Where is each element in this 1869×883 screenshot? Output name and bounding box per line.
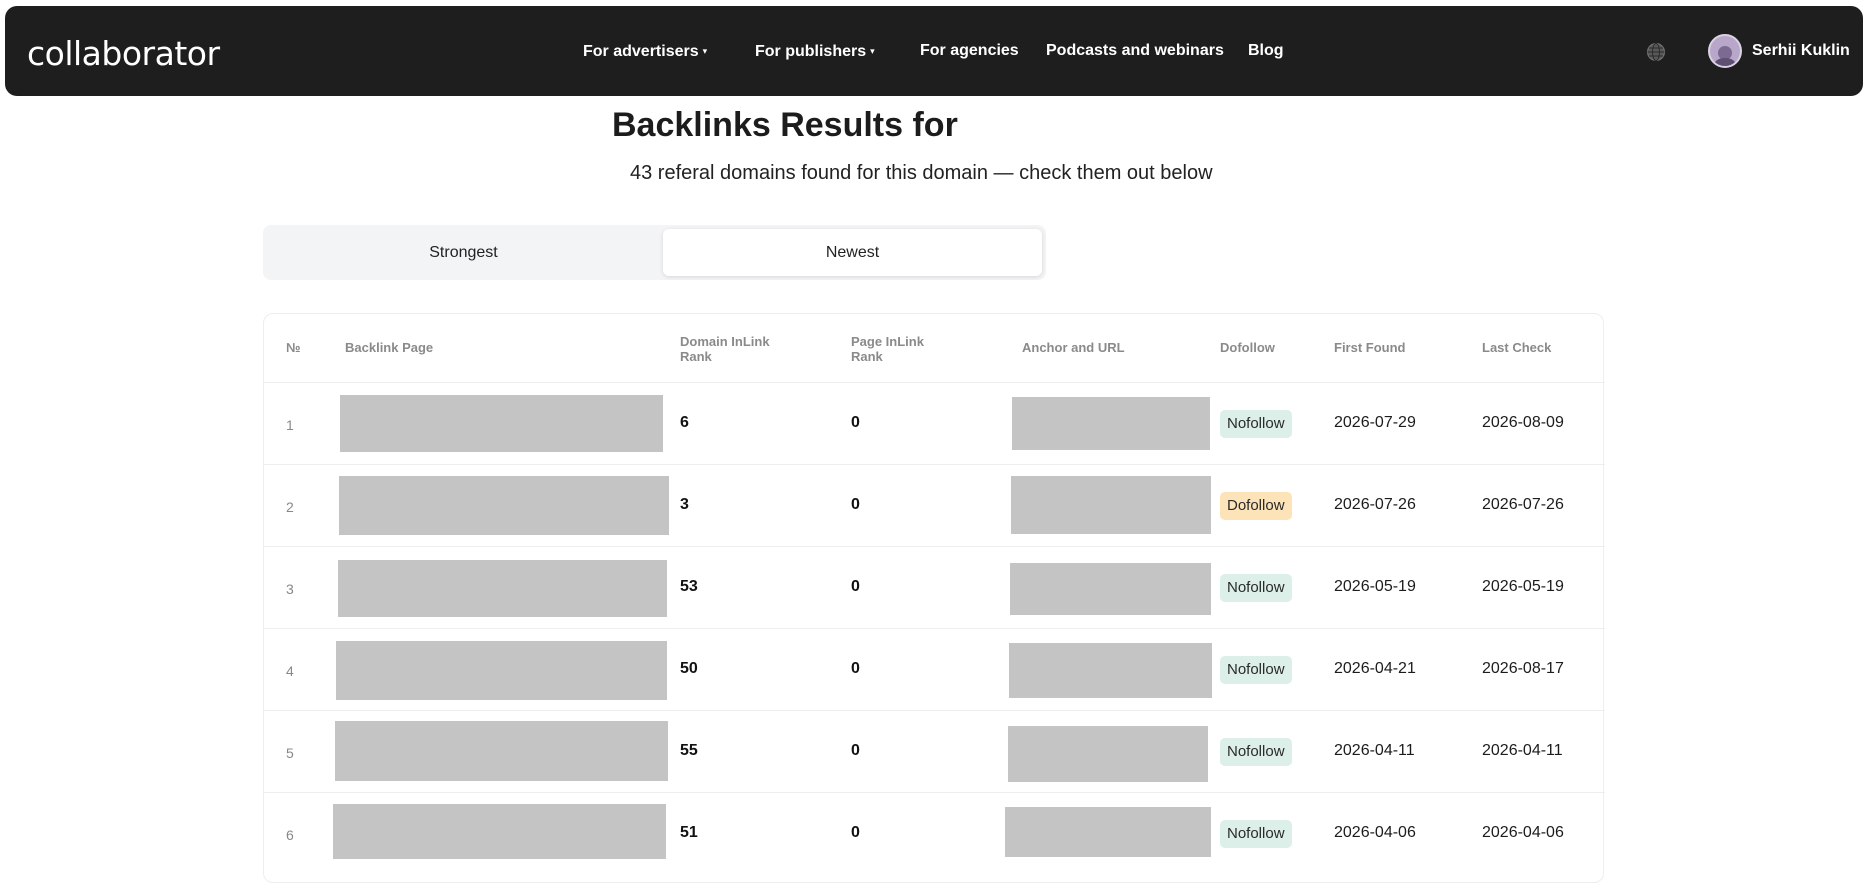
row-number: 2 xyxy=(286,499,294,515)
domain-inlink-rank: 51 xyxy=(680,824,698,841)
page-inlink-rank: 0 xyxy=(851,824,860,841)
table-row: 4 50 0 Nofollow 2026-04-21 2026-08-17 xyxy=(264,628,1605,710)
header-domain-inlink-rank-line1: Domain InLink xyxy=(680,334,770,349)
top-navbar: collaborator For advertisers ▾ For publis… xyxy=(5,6,1863,96)
page-inlink-rank: 0 xyxy=(851,496,860,513)
header-backlink-page: Backlink Page xyxy=(345,340,434,355)
anchor-url-redacted[interactable] xyxy=(1011,476,1211,534)
chevron-down-icon: ▾ xyxy=(702,46,708,56)
header-dofollow: Dofollow xyxy=(1220,340,1275,355)
nav-for-advertisers-label: For advertisers xyxy=(583,43,699,60)
page-inlink-rank: 0 xyxy=(851,414,860,431)
header-anchor-url: Anchor and URL xyxy=(1022,340,1125,355)
domain-inlink-rank: 6 xyxy=(680,414,689,431)
header-page-inlink-rank-line2: Rank xyxy=(851,349,883,364)
follow-badge: Nofollow xyxy=(1220,820,1292,848)
domain-inlink-rank: 50 xyxy=(680,660,698,677)
first-found-date: 2026-07-26 xyxy=(1334,496,1416,513)
last-check-date: 2026-04-11 xyxy=(1482,742,1563,759)
anchor-url-redacted[interactable] xyxy=(1005,807,1211,857)
nav-podcasts-webinars[interactable]: Podcasts and webinars xyxy=(1046,6,1224,96)
follow-badge: Dofollow xyxy=(1220,492,1292,520)
user-menu[interactable]: Serhii Kuklin xyxy=(1708,33,1850,69)
nav-for-agencies[interactable]: For agencies xyxy=(920,6,1019,96)
domain-inlink-rank: 3 xyxy=(680,496,689,513)
table-row: 5 55 0 Nofollow 2026-04-11 2026-04-11 xyxy=(264,710,1605,792)
tab-newest[interactable]: Newest xyxy=(663,229,1042,276)
row-number: 6 xyxy=(286,827,294,843)
page-subtitle: 43 referal domains found for this domain… xyxy=(630,162,1213,184)
page-inlink-rank: 0 xyxy=(851,578,860,595)
row-number: 5 xyxy=(286,745,294,761)
domain-inlink-rank: 53 xyxy=(680,578,698,595)
globe-icon[interactable] xyxy=(1646,42,1666,62)
nav-for-publishers-label: For publishers xyxy=(755,43,867,60)
table-row: 3 53 0 Nofollow 2026-05-19 2026-05-19 xyxy=(264,546,1605,628)
last-check-date: 2026-08-09 xyxy=(1482,414,1564,431)
domain-inlink-rank: 55 xyxy=(680,742,698,759)
follow-badge: Nofollow xyxy=(1220,410,1292,438)
row-number: 3 xyxy=(286,581,294,597)
backlink-page-redacted[interactable] xyxy=(335,721,668,781)
nav-for-advertisers[interactable]: For advertisers ▾ xyxy=(583,6,707,96)
follow-badge: Nofollow xyxy=(1220,738,1292,766)
follow-badge: Nofollow xyxy=(1220,656,1292,684)
row-number: 4 xyxy=(286,663,294,679)
header-domain-inlink-rank: Domain InLink Rank xyxy=(680,334,770,364)
header-page-inlink-rank-line1: Page InLink xyxy=(851,334,924,349)
first-found-date: 2026-05-19 xyxy=(1334,578,1416,595)
header-domain-inlink-rank-line2: Rank xyxy=(680,349,712,364)
last-check-date: 2026-04-06 xyxy=(1482,824,1564,841)
first-found-date: 2026-04-11 xyxy=(1334,742,1415,759)
collaborator-logo[interactable]: collaborator xyxy=(27,36,220,72)
avatar xyxy=(1708,34,1742,68)
first-found-date: 2026-04-06 xyxy=(1334,824,1416,841)
first-found-date: 2026-07-29 xyxy=(1334,414,1416,431)
header-page-inlink-rank: Page InLink Rank xyxy=(851,334,924,364)
chevron-down-icon: ▾ xyxy=(870,46,875,56)
tab-strongest[interactable]: Strongest xyxy=(267,229,660,276)
backlink-page-redacted[interactable] xyxy=(336,641,667,700)
page-inlink-rank: 0 xyxy=(851,742,860,759)
backlinks-table: № Backlink Page Domain InLink Rank Page … xyxy=(263,313,1605,883)
backlink-page-redacted[interactable] xyxy=(338,560,667,617)
header-last-check: Last Check xyxy=(1482,340,1552,355)
header-number: № xyxy=(286,340,301,355)
backlink-page-redacted[interactable] xyxy=(339,476,669,535)
last-check-date: 2026-05-19 xyxy=(1482,578,1564,595)
table-row: 1 6 0 Nofollow 2026-07-29 2026-08-09 xyxy=(264,382,1605,464)
backlink-page-redacted[interactable] xyxy=(333,804,666,859)
header-first-found: First Found xyxy=(1334,340,1406,355)
nav-blog[interactable]: Blog xyxy=(1248,6,1284,96)
page-inlink-rank: 0 xyxy=(851,660,860,677)
follow-badge: Nofollow xyxy=(1220,574,1292,602)
anchor-url-redacted[interactable] xyxy=(1010,563,1211,615)
anchor-url-redacted[interactable] xyxy=(1008,726,1208,782)
nav-for-publishers[interactable]: For publishers ▾ xyxy=(755,6,875,96)
page-title: Backlinks Results for xyxy=(612,106,958,144)
table-row: 6 51 0 Nofollow 2026-04-06 2026-04-06 xyxy=(264,792,1605,874)
backlink-page-redacted[interactable] xyxy=(340,395,663,452)
last-check-date: 2026-08-17 xyxy=(1482,660,1564,677)
sort-tabs: Strongest Newest xyxy=(263,225,1046,280)
anchor-url-redacted[interactable] xyxy=(1012,397,1210,450)
last-check-date: 2026-07-26 xyxy=(1482,496,1564,513)
user-name: Serhii Kuklin xyxy=(1752,42,1850,59)
row-number: 1 xyxy=(286,417,294,433)
anchor-url-redacted[interactable] xyxy=(1009,643,1212,698)
table-row: 2 3 0 Dofollow 2026-07-26 2026-07-26 xyxy=(264,464,1605,546)
first-found-date: 2026-04-21 xyxy=(1334,660,1416,677)
